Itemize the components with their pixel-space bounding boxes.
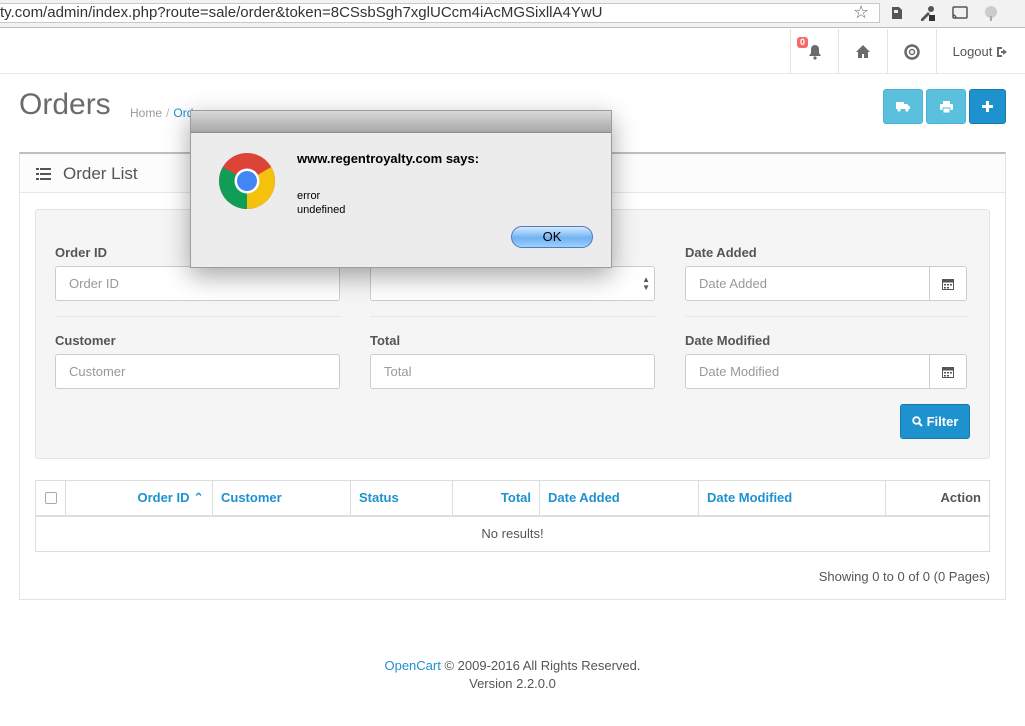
- select-all-checkbox[interactable]: [45, 492, 57, 504]
- total-label: Total: [370, 333, 401, 348]
- select-arrows-icon: ▲ ▼: [642, 275, 650, 292]
- copyright-text: © 2009-2016 All Rights Reserved.: [440, 658, 641, 673]
- evernote-icon[interactable]: [888, 4, 906, 22]
- alert-dialog: www.regentroyalty.com says: error undefi…: [190, 110, 612, 268]
- eyedropper-icon[interactable]: [918, 4, 936, 22]
- date-added-calendar-button[interactable]: [929, 266, 967, 301]
- column-status[interactable]: Status: [351, 481, 453, 517]
- extension-icon[interactable]: [982, 4, 1000, 22]
- bell-icon: [808, 44, 821, 60]
- customer-input[interactable]: Customer: [55, 354, 340, 389]
- shipping-button[interactable]: [883, 89, 923, 124]
- logout-button[interactable]: Logout: [936, 29, 1025, 74]
- order-id-input[interactable]: Order ID: [55, 266, 340, 301]
- notifications-button[interactable]: 0: [790, 29, 838, 74]
- address-bar[interactable]: ty.com/admin/index.php?route=sale/order&…: [0, 3, 880, 23]
- filter-button-label: Filter: [926, 414, 959, 429]
- notification-badge: 0: [797, 37, 809, 48]
- date-added-input[interactable]: Date Added: [685, 266, 930, 301]
- pagination-info: Showing 0 to 0 of 0 (0 Pages): [818, 569, 990, 584]
- column-order-id[interactable]: Order ID ⌃: [66, 481, 213, 517]
- help-button[interactable]: [887, 29, 936, 74]
- version-text: Version 2.2.0.0: [469, 676, 556, 691]
- select-all-header: [36, 481, 66, 517]
- calendar-icon: [942, 366, 954, 378]
- admin-header: 0 Logout: [0, 29, 1025, 74]
- list-icon: [36, 168, 51, 180]
- chrome-logo-icon: [219, 153, 275, 209]
- order-status-select[interactable]: ▲ ▼: [370, 266, 655, 301]
- date-modified-label: Date Modified: [685, 333, 771, 348]
- filter-button[interactable]: Filter: [900, 404, 970, 439]
- home-button[interactable]: [838, 29, 887, 74]
- column-customer[interactable]: Customer: [213, 481, 351, 517]
- order-id-label: Order ID: [55, 245, 108, 260]
- ok-button[interactable]: OK: [511, 226, 593, 248]
- orders-table: Order ID ⌃ Customer Status Total Date Ad…: [35, 480, 990, 552]
- empty-results-row: No results!: [481, 526, 544, 541]
- cast-icon[interactable]: [951, 4, 969, 22]
- browser-toolbar: ty.com/admin/index.php?route=sale/order&…: [0, 0, 1025, 28]
- opencart-link[interactable]: OpenCart: [384, 658, 440, 673]
- plus-icon: [982, 101, 993, 112]
- date-modified-input[interactable]: Date Modified: [685, 354, 930, 389]
- life-ring-icon: [904, 43, 920, 60]
- date-added-label: Date Added: [685, 245, 757, 260]
- calendar-icon: [942, 278, 954, 290]
- total-input[interactable]: Total: [370, 354, 655, 389]
- print-icon: [939, 100, 953, 113]
- sign-out-icon: [997, 46, 1008, 57]
- dialog-titlebar: [191, 111, 611, 133]
- page-footer: OpenCart © 2009-2016 All Rights Reserved…: [0, 657, 1025, 693]
- print-invoice-button[interactable]: [926, 89, 966, 124]
- bookmark-star-icon[interactable]: ☆: [853, 2, 869, 22]
- breadcrumb: Home / Ord: [130, 106, 194, 120]
- search-icon: [911, 416, 923, 427]
- customer-label: Customer: [55, 333, 116, 348]
- logout-label: Logout: [952, 44, 993, 59]
- column-date-added[interactable]: Date Added: [540, 481, 699, 517]
- home-icon: [856, 45, 870, 58]
- date-modified-calendar-button[interactable]: [929, 354, 967, 389]
- dialog-title: www.regentroyalty.com says:: [297, 151, 480, 166]
- page-title: Orders: [19, 88, 111, 121]
- dialog-message-line1: error: [297, 190, 321, 202]
- dialog-message-line2: undefined: [297, 204, 346, 216]
- truck-icon: [896, 102, 910, 112]
- breadcrumb-home[interactable]: Home: [130, 106, 162, 120]
- column-date-modified[interactable]: Date Modified: [699, 481, 886, 517]
- panel-title: Order List: [63, 164, 138, 183]
- column-total[interactable]: Total: [453, 481, 540, 517]
- column-action: Action: [886, 481, 989, 517]
- dialog-message: error undefined: [297, 189, 345, 217]
- add-order-button[interactable]: [969, 89, 1006, 124]
